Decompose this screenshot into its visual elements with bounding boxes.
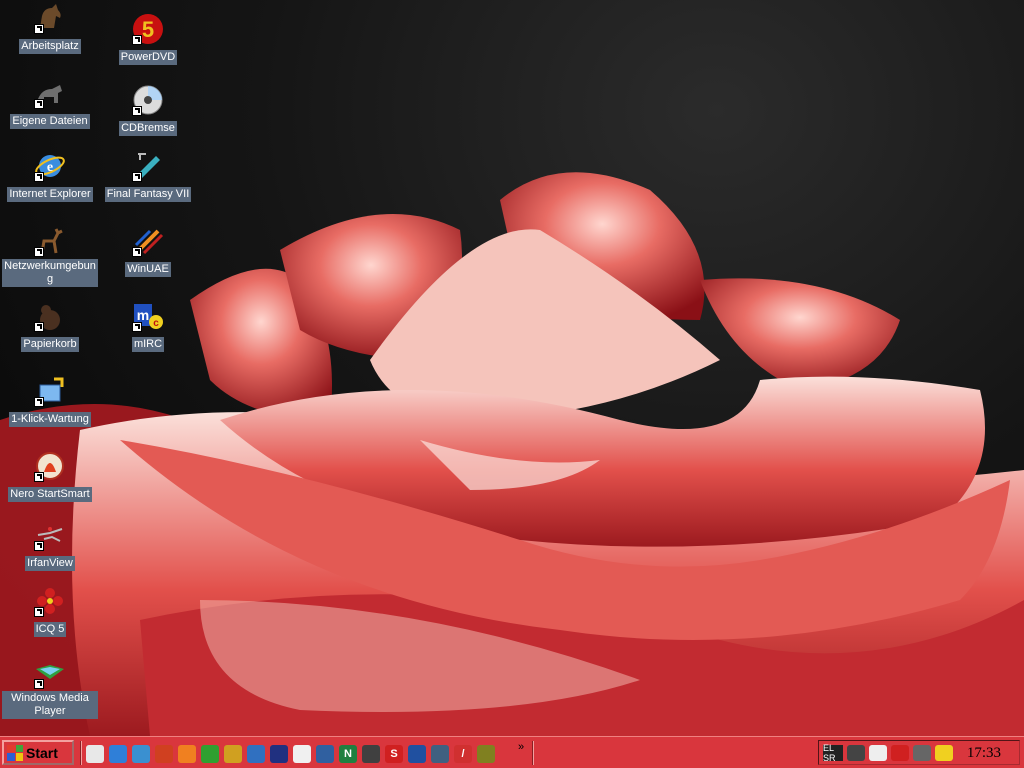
antivirus-icon[interactable] <box>891 744 909 761</box>
network-tray-icon[interactable] <box>869 744 887 761</box>
horse-icon <box>34 2 66 34</box>
icq-flower-icon <box>34 585 66 617</box>
nero-icon <box>34 450 66 482</box>
deer-icon <box>34 225 66 257</box>
clock[interactable]: 17:33 <box>967 745 1001 762</box>
desktop-icon-arbeitsplatz[interactable]: Arbeitsplatz <box>2 2 98 54</box>
desktop-icon-label: Eigene Dateien <box>10 114 90 129</box>
desktop-icon-label: Final Fantasy VII <box>104 187 192 202</box>
desktop-icon-label: Netzwerkumgebung <box>2 259 98 287</box>
quick-launch-network-icon[interactable] <box>316 745 334 763</box>
quick-launch-save-icon[interactable] <box>270 745 288 763</box>
shortcut-arrow-icon <box>132 106 142 116</box>
quick-launch-camera-icon[interactable] <box>408 745 426 763</box>
media-player-icon <box>34 657 66 689</box>
desktop-icon-label: WinUAE <box>125 262 171 277</box>
quick-launch-browser-icon[interactable] <box>155 745 173 763</box>
desktop-icon-label: Internet Explorer <box>7 187 93 202</box>
desktop-icon-windows-media-player[interactable]: Windows Media Player <box>2 657 98 719</box>
desktop-icon-nero-startsmart[interactable]: Nero StartSmart <box>2 450 98 502</box>
quick-launch-outlook-icon[interactable] <box>132 745 150 763</box>
quick-launch-show-desktop-icon[interactable] <box>86 745 104 763</box>
maintenance-icon <box>34 375 66 407</box>
desktop-icon-winuae[interactable]: WinUAE <box>100 225 196 277</box>
desktop-icon-label: Nero StartSmart <box>8 487 92 502</box>
printer-icon[interactable] <box>913 744 931 761</box>
quick-launch-media-icon[interactable] <box>201 745 219 763</box>
quick-launch-bar: N S / <box>86 745 495 763</box>
quick-launch-chevron[interactable]: » <box>518 741 524 753</box>
irfanview-icon <box>34 519 66 551</box>
start-button[interactable]: Start <box>2 740 74 765</box>
quick-launch-drive-icon[interactable] <box>431 745 449 763</box>
cd-icon <box>132 84 164 116</box>
desktop-icon-label: Papierkorb <box>21 337 79 352</box>
desktop-icon-label: 1-Klick-Wartung <box>9 412 91 427</box>
svg-text:c: c <box>153 318 159 329</box>
powerdvd-icon: 5 <box>132 13 164 45</box>
taskbar: Start N S / » EL SR 17:33 <box>0 736 1024 768</box>
shortcut-arrow-icon <box>34 24 44 34</box>
quick-launch-pen-icon[interactable]: / <box>454 745 472 763</box>
desktop-icon-label: Windows Media Player <box>2 691 98 719</box>
winuae-icon <box>132 225 164 257</box>
volume-icon[interactable] <box>847 744 865 761</box>
desktop-icon-label: mIRC <box>131 337 165 352</box>
desktop-icon-irfanview[interactable]: IrfanView <box>2 519 98 571</box>
desktop-icon-label: Arbeitsplatz <box>19 39 81 54</box>
desktop: Arbeitsplatz Eigene Dateien e Internet Expl… <box>0 0 1024 736</box>
internet-explorer-icon: e <box>34 150 66 182</box>
desktop-icon-mirc[interactable]: m c mIRC <box>100 300 196 352</box>
keyboard-layout-icon[interactable]: EL SR <box>823 743 843 763</box>
quick-launch-ring-icon[interactable] <box>293 745 311 763</box>
svg-text:5: 5 <box>142 17 154 42</box>
quick-launch-game-icon[interactable] <box>477 745 495 763</box>
shortcut-arrow-icon <box>34 679 44 689</box>
warning-icon[interactable] <box>935 744 953 761</box>
system-tray: EL SR 17:33 <box>818 740 1020 765</box>
shortcut-arrow-icon <box>34 541 44 551</box>
shortcut-arrow-icon <box>34 172 44 182</box>
shortcut-arrow-icon <box>132 322 142 332</box>
shortcut-arrow-icon <box>132 35 142 45</box>
shortcut-arrow-icon <box>34 607 44 617</box>
desktop-icon-eigene-dateien[interactable]: Eigene Dateien <box>2 77 98 129</box>
quick-launch-internet-explorer-icon[interactable] <box>109 745 127 763</box>
bear-icon <box>34 300 66 332</box>
shortcut-arrow-icon <box>34 472 44 482</box>
taskbar-separator <box>532 741 534 765</box>
taskbar-separator <box>80 741 82 765</box>
shortcut-arrow-icon <box>34 99 44 109</box>
desktop-icon-label: CDBremse <box>119 121 177 136</box>
desktop-icon-cdbremse[interactable]: CDBremse <box>100 84 196 136</box>
svg-text:e: e <box>47 160 53 175</box>
mirc-icon: mc <box>132 300 164 332</box>
shortcut-arrow-icon <box>132 247 142 257</box>
shortcut-arrow-icon <box>34 322 44 332</box>
quick-launch-winamp-icon[interactable] <box>362 745 380 763</box>
start-label: Start <box>26 744 58 761</box>
shortcut-arrow-icon <box>34 397 44 407</box>
shortcut-arrow-icon <box>132 172 142 182</box>
desktop-icon-label: IrfanView <box>25 556 75 571</box>
windows-logo-icon <box>7 744 23 761</box>
quick-launch-globe-icon[interactable] <box>247 745 265 763</box>
desktop-icon-final-fantasy-vii[interactable]: Final Fantasy VII <box>100 150 196 202</box>
quick-launch-n-icon[interactable]: N <box>339 745 357 763</box>
quick-launch-firefox-icon[interactable] <box>178 745 196 763</box>
desktop-icon-icq-5[interactable]: ICQ 5 <box>2 585 98 637</box>
desktop-icon-1-klick-wartung[interactable]: 1-Klick-Wartung <box>2 375 98 427</box>
desktop-icon-internet-explorer[interactable]: e Internet Explorer <box>2 150 98 202</box>
desktop-icon-netzwerkumgebung[interactable]: Netzwerkumgebung <box>2 225 98 287</box>
final-fantasy-icon <box>132 150 164 182</box>
desktop-icon-papierkorb[interactable]: Papierkorb <box>2 300 98 352</box>
quick-launch-s-icon[interactable]: S <box>385 745 403 763</box>
desktop-icon-powerdvd[interactable]: 5 PowerDVD <box>100 13 196 65</box>
animal-icon <box>34 77 66 109</box>
desktop-icon-label: PowerDVD <box>118 50 178 65</box>
desktop-icon-label: ICQ 5 <box>33 622 67 637</box>
shortcut-arrow-icon <box>34 247 44 257</box>
quick-launch-tools-icon[interactable] <box>224 745 242 763</box>
svg-text:m: m <box>137 307 149 323</box>
